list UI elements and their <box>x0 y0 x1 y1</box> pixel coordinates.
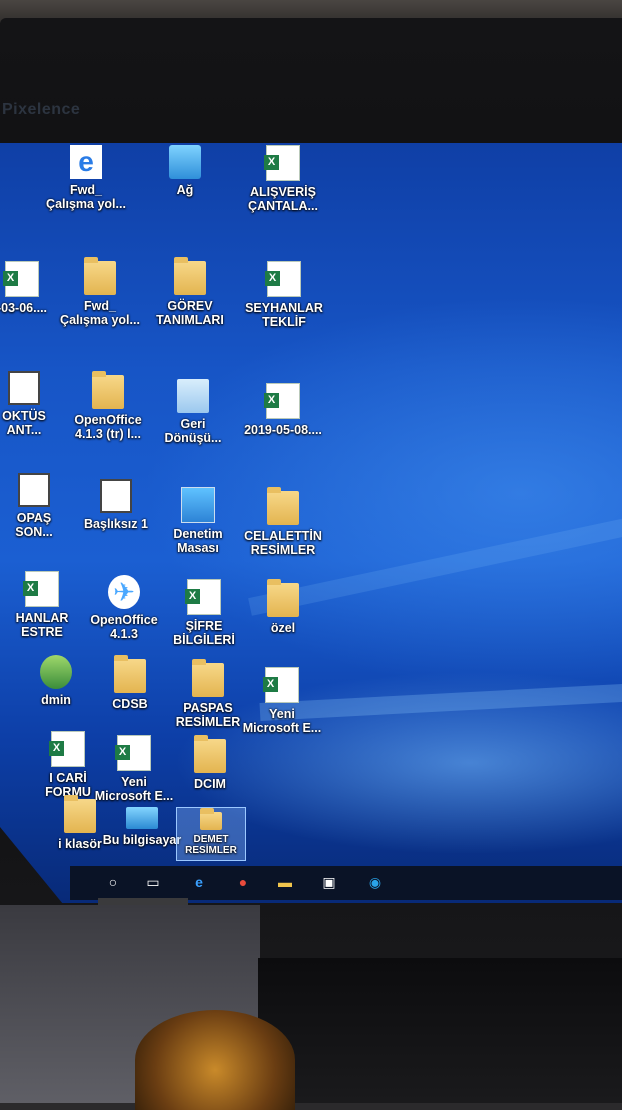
document-icon <box>100 479 132 513</box>
icon-label: Yeni Microsoft E... <box>242 707 322 735</box>
task-view-icon[interactable]: ▭ <box>144 874 162 890</box>
document-icon <box>18 473 50 507</box>
excel-file-icon <box>115 735 151 771</box>
desktop-icon-fwd-calisma-2[interactable]: Fwd_ Çalışma yol... <box>50 257 150 327</box>
desktop-icon-date-2019[interactable]: 2019-05-08.... <box>233 383 333 437</box>
folder-icon <box>194 735 226 773</box>
desktop-screen: e Fwd_ Çalışma yol... Ağ ALIŞVERİŞ ÇANTA… <box>0 143 622 903</box>
chrome-icon[interactable]: ● <box>234 874 252 890</box>
desktop-icon-ag[interactable]: Ağ <box>135 145 235 197</box>
icon-label: Ağ <box>176 183 194 197</box>
desktop-icon-dcim[interactable]: DCIM <box>160 735 260 791</box>
desktop-icon-yeni-excel-1[interactable]: Yeni Microsoft E... <box>232 667 332 735</box>
folder-icon <box>267 579 299 617</box>
folder-icon <box>84 257 116 295</box>
search-icon[interactable]: ○ <box>104 874 122 890</box>
excel-file-icon <box>23 571 59 607</box>
icon-label: özel <box>270 621 296 635</box>
network-icon <box>169 145 201 179</box>
icon-label: GÖREV TANIMLARI <box>156 299 224 327</box>
icon-label: 2019-05-08.... <box>244 423 322 437</box>
icon-label: CELALETTİN RESİMLER <box>244 529 322 557</box>
excel-file-icon <box>185 579 221 615</box>
desktop-icon-alisveris[interactable]: ALIŞVERİŞ ÇANTALA... <box>233 145 333 213</box>
folder-icon <box>174 257 206 295</box>
icon-label: Fwd_ Çalışma yol... <box>46 183 126 211</box>
desktop-icon-fwd-calisma-1[interactable]: e Fwd_ Çalışma yol... <box>36 145 136 211</box>
icon-label: ALIŞVERİŞ ÇANTALA... <box>248 185 318 213</box>
excel-file-icon <box>264 383 300 419</box>
desktop-icon-ozel[interactable]: özel <box>233 579 333 635</box>
desktop-icon-gorev[interactable]: GÖREV TANIMLARI <box>140 257 240 327</box>
desktop-icon-seyhanlar-teklif[interactable]: SEYHANLAR TEKLİF <box>234 261 334 329</box>
openoffice-icon: ✈ <box>108 575 140 609</box>
document-icon <box>8 371 40 405</box>
icon-label: Fwd_ Çalışma yol... <box>60 299 140 327</box>
folder-icon <box>192 659 224 697</box>
decorative-object <box>135 1010 295 1110</box>
folder-icon <box>267 487 299 525</box>
excel-file-icon <box>3 261 39 297</box>
desktop-icon-demet[interactable]: DEMET RESİMLER <box>176 807 246 861</box>
folder-icon <box>114 655 146 693</box>
store-icon[interactable]: ▣ <box>320 874 338 890</box>
taskbar: ○ ▭ e ● ▬ ▣ ◉ <box>70 866 622 900</box>
monitor-stand <box>258 958 622 1103</box>
icon-label: DCIM <box>194 777 226 791</box>
monitor-brand: Pixelence <box>2 101 81 118</box>
excel-file-icon <box>264 145 300 181</box>
computer-icon <box>126 807 158 829</box>
folder-icon <box>92 371 124 409</box>
excel-file-icon <box>49 731 85 767</box>
desktop-icon-celalettin[interactable]: CELALETTİN RESİMLER <box>233 487 333 557</box>
recycle-bin-icon <box>177 379 209 413</box>
user-icon <box>40 655 72 689</box>
control-panel-icon <box>181 487 215 523</box>
excel-file-icon <box>265 261 301 297</box>
edge-icon: e <box>70 145 102 179</box>
desktop-icon-geri-donusum[interactable]: Geri Dönüşü... <box>143 379 243 445</box>
excel-file-icon <box>263 667 299 703</box>
icon-label: SEYHANLAR TEKLİF <box>245 301 323 329</box>
icon-label: Geri Dönüşü... <box>164 417 222 445</box>
edge-icon[interactable]: e <box>190 874 208 890</box>
file-explorer-icon[interactable]: ▬ <box>276 874 294 890</box>
icon-label: DEMET RESİMLER <box>185 834 237 856</box>
folder-icon <box>200 808 222 830</box>
app-icon[interactable]: ◉ <box>366 874 384 890</box>
